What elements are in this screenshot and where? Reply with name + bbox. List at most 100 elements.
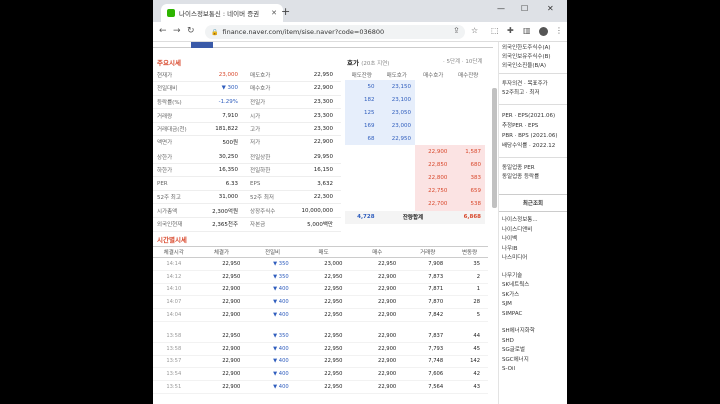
recent-stock-link[interactable]: SGC에너지 bbox=[502, 356, 564, 366]
recent-stock-link[interactable]: 나우IB bbox=[502, 245, 564, 255]
profile-avatar[interactable] bbox=[539, 27, 548, 36]
ticks-cell: ▼ 400 bbox=[248, 380, 297, 394]
ticks-header: 거래량 bbox=[404, 246, 452, 258]
recent-stock-link[interactable]: SIMPAC bbox=[502, 310, 564, 320]
ticks-cell: 22,900 bbox=[350, 295, 405, 310]
ticks-cell: 13:58 bbox=[153, 342, 195, 356]
quote-label: 시가 bbox=[246, 108, 287, 123]
recent-stock-link[interactable]: SH에너지화학 bbox=[502, 327, 564, 337]
address-bar[interactable]: 🔒 finance.naver.com/item/sise.naver?code… bbox=[205, 25, 465, 39]
buy-price: 22,750 bbox=[414, 184, 452, 198]
puzzle-icon[interactable]: ✚ bbox=[507, 26, 514, 35]
valuation-item: PBR · BPS (2021.06) bbox=[502, 133, 558, 139]
ticks-cell: 22,900 bbox=[194, 308, 249, 322]
empty-cell bbox=[451, 80, 485, 93]
maximize-icon[interactable]: ☐ bbox=[521, 4, 528, 13]
quote-label: 상한가 bbox=[153, 149, 200, 164]
recent-stock-link[interactable]: SJM bbox=[502, 300, 564, 310]
page-scrollbar[interactable] bbox=[492, 88, 497, 208]
orderbook-sell-row: 68 22,950 bbox=[345, 132, 485, 146]
recent-stock-link[interactable]: 나무기술 bbox=[502, 272, 564, 282]
ticks-cell: 22,900 bbox=[194, 283, 249, 297]
recent-stock-link[interactable]: 나스미디어 bbox=[502, 254, 564, 264]
top-tab-strip bbox=[153, 42, 493, 48]
orderbook-level-links[interactable]: · 5단계 · 10단계 bbox=[443, 57, 482, 65]
ticks-row: 14:10 22,900 ▼ 400 22,950 22,900 7,871 1 bbox=[153, 283, 488, 297]
extension-icon[interactable]: ⬚ bbox=[491, 26, 499, 35]
page-content: 주요시세 현재가 23,000 매도호가 22,950 전일대비 ▼ 300 매수호가 22,… bbox=[153, 42, 567, 404]
quote-label: 매수호가 bbox=[246, 81, 287, 96]
ticks-row: 14:12 22,950 ▼ 350 22,950 22,900 7,873 2 bbox=[153, 270, 488, 284]
close-window-icon[interactable]: ✕ bbox=[547, 4, 554, 13]
orderbook-buy-row: 22,850 680 bbox=[345, 158, 485, 172]
recent-stock-link[interactable]: SK가스 bbox=[502, 291, 564, 301]
quote-value: 181,822 bbox=[199, 122, 247, 137]
ticks-cell: 7,842 bbox=[404, 308, 452, 322]
valuation-item-list: PER · EPS(2021.06) 추정PER · EPS PBR · BPS (… bbox=[499, 104, 567, 157]
share-icon[interactable]: ⇪ bbox=[453, 26, 460, 35]
valuation-item: 추정PER · EPS bbox=[502, 123, 539, 129]
ticks-cell: 7,873 bbox=[404, 270, 452, 284]
ticks-header: 매수 bbox=[350, 246, 405, 258]
new-tab-icon[interactable]: + bbox=[281, 5, 290, 18]
sector-item[interactable]: 동일업종 PER bbox=[502, 164, 564, 173]
foreign-stat-item: 외국인소진율(B/A) bbox=[502, 63, 547, 69]
empty-cell bbox=[451, 132, 485, 145]
buy-qty: 680 bbox=[451, 158, 485, 172]
ticks-cell: 22,900 bbox=[350, 270, 405, 284]
quote-label: 52주 최고 bbox=[153, 190, 200, 205]
quote-row: 52주 최고 31,000 52주 최저 22,300 bbox=[153, 190, 341, 205]
quote-value: 2,300억원 bbox=[199, 203, 247, 219]
ticks-cell: 14:04 bbox=[153, 308, 195, 322]
invest-item-list: 투자의견 · 목표주가 52주최고 · 최저 bbox=[499, 73, 567, 104]
ticks-cell: 5 bbox=[451, 308, 488, 322]
ticks-cell: ▼ 350 bbox=[248, 270, 297, 284]
foreign-stat-item: 외국인보유주식수(B) bbox=[502, 54, 551, 60]
quote-row: 전일대비 ▼ 300 매수호가 22,900 bbox=[153, 81, 341, 96]
reload-icon[interactable]: ↻ bbox=[187, 26, 195, 36]
sector-item[interactable]: 동일업종 등락률 bbox=[502, 173, 564, 182]
empty-cell bbox=[379, 172, 415, 185]
back-icon[interactable]: ← bbox=[159, 26, 167, 36]
recent-stock-link[interactable]: S-Oil bbox=[502, 365, 564, 375]
recent-stock-link[interactable]: SHD bbox=[502, 337, 564, 347]
ticks-cell: 22,900 bbox=[350, 342, 405, 356]
orderbook-buy-row: 22,700 538 bbox=[345, 197, 485, 211]
forward-icon[interactable]: → bbox=[173, 26, 181, 36]
recent-stock-link[interactable]: 나이벡 bbox=[502, 235, 564, 245]
sidepanel-icon[interactable]: ▥ bbox=[523, 26, 531, 35]
ticks-cell: 23,000 bbox=[296, 257, 351, 271]
empty-cell bbox=[415, 93, 451, 106]
ticks-cell: ▼ 400 bbox=[248, 367, 297, 382]
foreign-stat-item-list: 외국인한도주식수(A) 외국인보유주식수(B) 외국인소진율(B/A) bbox=[499, 42, 567, 73]
buy-qty: 383 bbox=[451, 171, 485, 185]
tab-bar: 나이스정보통신 : 네이버 증권 ✕ + — ☐ ✕ bbox=[153, 0, 567, 22]
ticks-cell: 22,900 bbox=[350, 355, 405, 369]
quote-value: 5,000백만 bbox=[286, 217, 341, 232]
menu-icon[interactable]: ⋮ bbox=[555, 26, 563, 35]
recent-stock-link[interactable]: 나이스디앤비 bbox=[502, 226, 564, 236]
recent-stock-link[interactable]: SG글로벌 bbox=[502, 346, 564, 356]
sell-qty: 68 bbox=[345, 132, 379, 146]
minimize-icon[interactable]: — bbox=[497, 4, 505, 13]
tab-title: 나이스정보통신 : 네이버 증권 bbox=[179, 10, 260, 18]
empty-cell bbox=[451, 106, 485, 119]
invest-item: 투자의견 · 목표주가 bbox=[502, 81, 548, 87]
ticks-cell: 22,900 bbox=[194, 342, 249, 356]
ticks-cell: 35 bbox=[451, 257, 488, 271]
ticks-header: 체결시각 bbox=[153, 246, 195, 258]
quote-value: 31,000 bbox=[199, 190, 247, 205]
empty-cell bbox=[415, 119, 451, 132]
tab-close-icon[interactable]: ✕ bbox=[271, 9, 277, 17]
star-icon[interactable]: ☆ bbox=[471, 26, 478, 35]
quote-table: 현재가 23,000 매도호가 22,950 전일대비 ▼ 300 매수호가 22,900 등락… bbox=[153, 68, 341, 232]
recent-stock-link[interactable]: 나이스정보통... bbox=[502, 216, 564, 226]
orderbook-sell-row: 169 23,000 bbox=[345, 119, 485, 133]
quote-value: 3,632 bbox=[286, 176, 341, 191]
ticks-cell: 7,908 bbox=[404, 257, 452, 271]
browser-tab[interactable]: 나이스정보통신 : 네이버 증권 ✕ bbox=[161, 4, 283, 22]
ticks-cell: 13:57 bbox=[153, 355, 195, 369]
recent-stock-link[interactable]: SK네트웍스 bbox=[502, 281, 564, 291]
quote-value: 23,300 bbox=[286, 95, 341, 110]
url-text[interactable]: finance.naver.com/item/sise.naver?code=0… bbox=[222, 28, 384, 36]
